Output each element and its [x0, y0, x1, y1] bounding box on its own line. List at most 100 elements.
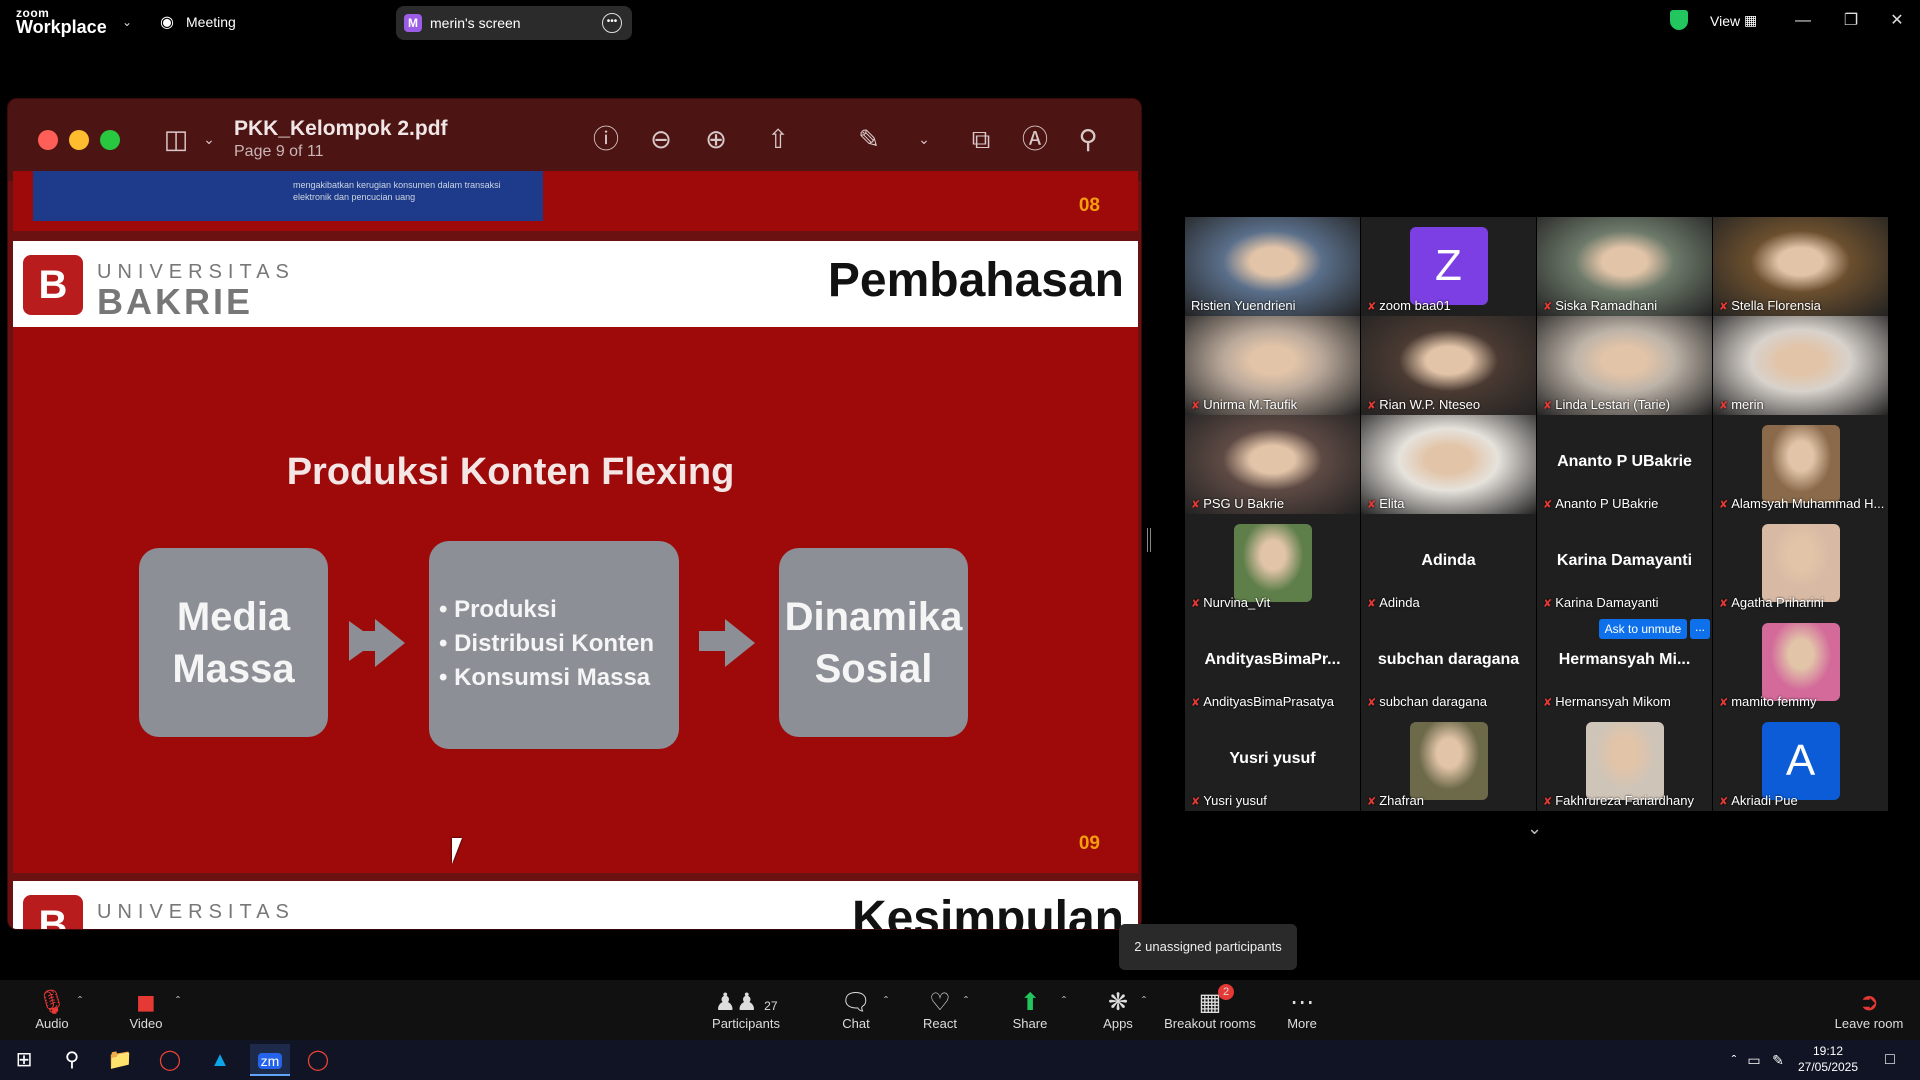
chrome-icon[interactable]: ◯ [298, 1044, 338, 1076]
share-button[interactable]: ⬆ Share [1010, 990, 1050, 1032]
zoom-in-icon[interactable]: ⊕ [698, 121, 734, 157]
markup-pen-icon[interactable]: ✎ [851, 121, 887, 157]
participant-avatar: Z [1409, 227, 1488, 305]
clock[interactable]: 19:12 27/05/2025 [1792, 1043, 1864, 1075]
tile-more-button[interactable]: ... [1690, 619, 1710, 639]
participant-tile[interactable]: ✘ Unirma M.Taufik [1185, 316, 1360, 415]
participant-tile[interactable]: Z ✘ zoom baa01 [1361, 217, 1536, 316]
chevron-up-icon[interactable]: ˆ [78, 994, 82, 1008]
chat-button[interactable]: 🗨 Chat [836, 990, 876, 1032]
mouse-cursor-icon [452, 838, 462, 864]
participant-name: ✘ Elita [1367, 496, 1405, 511]
audio-button[interactable]: 🎙 Audio [32, 990, 72, 1032]
participant-tile[interactable]: Ristien Yuendrieni [1185, 217, 1360, 316]
ask-to-unmute-button[interactable]: Ask to unmute [1599, 619, 1687, 639]
chrome-icon[interactable]: ◯ [150, 1044, 190, 1076]
participant-tile[interactable]: Ananto P UBakrie ✘ Ananto P UBakrie [1537, 415, 1712, 514]
participant-tile[interactable]: Adinda ✘ Adinda [1361, 514, 1536, 613]
chevron-up-icon[interactable]: ˆ [964, 994, 968, 1008]
chevron-down-icon[interactable]: ⌄ [1527, 818, 1542, 839]
windows-start-icon[interactable]: ⊞ [4, 1044, 44, 1076]
leave-room-button[interactable]: ➲ Leave room [1834, 990, 1904, 1032]
participant-tile[interactable]: ✘ Alamsyah Muhammad H... [1713, 415, 1888, 514]
participant-tile[interactable]: ✘ Siska Ramadhani [1537, 217, 1712, 316]
annotate-icon[interactable]: Ⓐ [1017, 121, 1053, 157]
close-dot[interactable] [38, 130, 58, 150]
windows-taskbar: ⊞ ⚲ 📁 ◯ ▲ zm ◯ ˆ ▭ ✎ 19:12 27/05/2025 □ [0, 1040, 1920, 1080]
react-button[interactable]: ♡ React [920, 989, 960, 1032]
close-icon[interactable]: ✕ [1880, 6, 1914, 36]
chevron-down-icon[interactable]: ⌄ [906, 121, 942, 157]
participant-display-name: Yusri yusuf [1229, 750, 1316, 767]
participant-tile[interactable]: Karina Damayanti ✘ Karina Damayanti [1537, 514, 1712, 613]
chevron-down-icon[interactable]: ⌄ [191, 121, 227, 157]
restore-icon[interactable]: ❐ [1834, 6, 1868, 36]
participant-tile[interactable]: ✘ Stella Florensia [1713, 217, 1888, 316]
more-icon[interactable]: ••• [602, 13, 622, 33]
participant-tile[interactable]: ✘ PSG U Bakrie [1185, 415, 1360, 514]
chevron-down-icon[interactable]: ⌄ [122, 15, 132, 29]
heart-icon: ♡ [929, 989, 951, 1016]
mic-muted-icon: ✘ [1367, 598, 1377, 610]
minimize-icon[interactable]: — [1786, 6, 1820, 36]
participant-tile[interactable]: ✘ Agatha Priharini [1713, 514, 1888, 613]
pdf-content[interactable]: mengakibatkan kerugian konsumen dalam tr… [8, 171, 1141, 929]
search-icon[interactable]: ⚲ [1070, 121, 1106, 157]
shared-screen[interactable]: ◫ ⌄ PKK_Kelompok 2.pdf Page 9 of 11 ⓘ ⊖ … [7, 98, 1142, 930]
chevron-up-icon[interactable]: ˆ [1062, 994, 1066, 1008]
participants-button[interactable]: ♟♟ 27 Participants [710, 990, 782, 1032]
university-logo: B [23, 895, 83, 929]
more-button[interactable]: ⋯ More [1282, 990, 1322, 1032]
zoom-dot[interactable] [100, 130, 120, 150]
mic-muted-icon: ✘ [1367, 400, 1377, 412]
chevron-up-icon[interactable]: ˆ [1142, 994, 1146, 1008]
view-grid-icon[interactable]: ▦ [1744, 12, 1757, 29]
panel-resize-handle[interactable] [1147, 528, 1151, 552]
participant-tile[interactable]: ✘ Nurvina_Vit [1185, 514, 1360, 613]
breakout-rooms-button[interactable]: ▦ 2 Breakout rooms [1164, 984, 1256, 1031]
zoom-app-icon[interactable]: zm [250, 1044, 290, 1076]
participant-tile[interactable]: ✘ Elita [1361, 415, 1536, 514]
participant-tile[interactable]: subchan daragana ✘ subchan daragana [1361, 613, 1536, 712]
pdf-page-indicator: Page 9 of 11 [234, 143, 324, 160]
participant-tile[interactable]: AndityasBimaPr... ✘ AndityasBimaPrasatya [1185, 613, 1360, 712]
participant-tile[interactable]: ✘ mamito femmy [1713, 613, 1888, 712]
apps-button[interactable]: ❋ Apps [1098, 990, 1138, 1032]
search-icon[interactable]: ⚲ [52, 1044, 92, 1076]
slide-image: mengakibatkan kerugian konsumen dalam tr… [33, 171, 543, 221]
shield-icon[interactable] [1670, 10, 1688, 30]
screen-share-pill[interactable]: M merin's screen ••• [396, 6, 632, 40]
participant-tile[interactable]: ✘ Zhafran [1361, 712, 1536, 811]
file-explorer-icon[interactable]: 📁 [100, 1044, 140, 1076]
sidebar-icon[interactable]: ◫ [158, 121, 194, 157]
minimize-dot[interactable] [69, 130, 89, 150]
participant-tile[interactable]: ✘ Linda Lestari (Tarie) [1537, 316, 1712, 415]
participant-tile[interactable]: A ✘ Akriadi Pue [1713, 712, 1888, 811]
share-icon[interactable]: ⇧ [760, 121, 796, 157]
breakout-badge: 2 [1218, 984, 1234, 1000]
zoom-out-icon[interactable]: ⊖ [643, 121, 679, 157]
participant-tile[interactable]: ✘ merin [1713, 316, 1888, 415]
mic-muted-icon: ✘ [1367, 301, 1377, 313]
chevron-up-icon[interactable]: ˆ [884, 994, 888, 1008]
mic-muted-icon: ✘ [1191, 697, 1201, 709]
chat-label: Chat [842, 1016, 870, 1031]
notification-icon[interactable]: □ [1870, 1044, 1910, 1076]
meeting-label[interactable]: Meeting [186, 14, 236, 30]
logo-text-bottom: BAKRIE [97, 921, 253, 929]
rotate-icon[interactable]: ⧉ [963, 121, 999, 157]
view-button[interactable]: View [1710, 13, 1740, 29]
video-button[interactable]: ◼ Video [124, 990, 168, 1032]
mic-muted-icon: ✘ [1543, 301, 1553, 313]
participant-tile[interactable]: ✘ Fakhrureza Fariardhany [1537, 712, 1712, 811]
chevron-up-icon[interactable]: ˆ [176, 994, 180, 1008]
app-icon[interactable]: ▲ [200, 1044, 240, 1076]
info-icon[interactable]: ⓘ [588, 121, 624, 157]
mic-muted-icon: ✘ [1367, 499, 1377, 511]
participant-tile[interactable]: Yusri yusuf ✘ Yusri yusuf [1185, 712, 1360, 811]
participant-name: ✘ Nurvina_Vit [1191, 595, 1271, 610]
mic-muted-icon: ✘ [1191, 598, 1201, 610]
participant-tile[interactable]: ✘ Rian W.P. Nteseo [1361, 316, 1536, 415]
mic-muted-icon: ✘ [1543, 598, 1553, 610]
breakout-label: Breakout rooms [1164, 1016, 1256, 1031]
